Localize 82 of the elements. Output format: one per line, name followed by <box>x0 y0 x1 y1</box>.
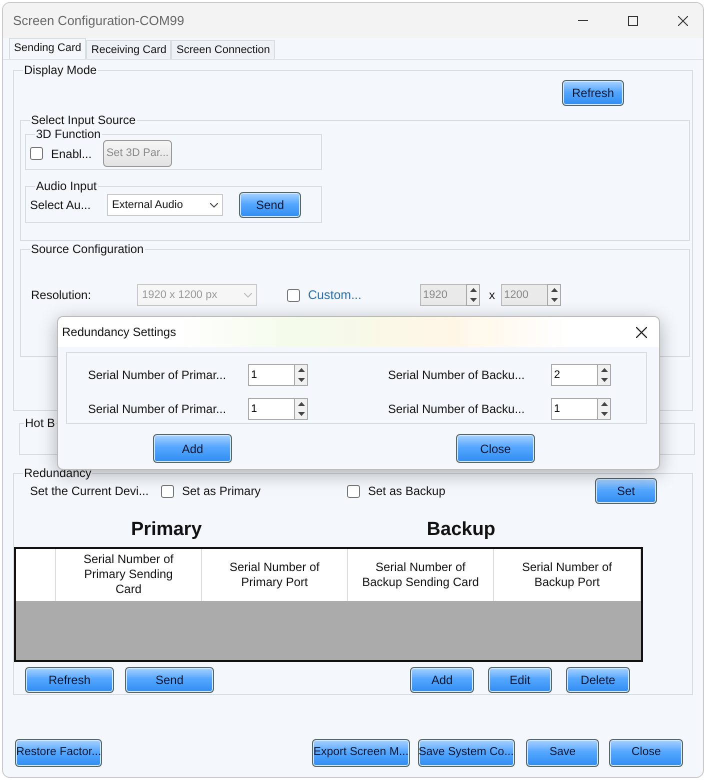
checkbox[interactable] <box>161 484 174 498</box>
separator-text: x <box>489 287 495 304</box>
button[interactable]: Refresh <box>25 666 114 692</box>
group-label: Hot B <box>24 417 56 429</box>
set-button[interactable]: Set <box>595 478 657 504</box>
down-arrow-icon <box>298 412 304 416</box>
spin-down-button[interactable] <box>295 375 307 385</box>
tab[interactable]: Receiving Card <box>86 40 172 59</box>
up-arrow-icon <box>470 288 476 292</box>
button[interactable]: Close <box>456 434 535 463</box>
up-arrow-icon <box>298 368 304 372</box>
button[interactable]: Edit <box>488 666 552 692</box>
checkbox-label: Set as Primary <box>182 483 262 500</box>
field-label: Serial Number of Backu... <box>388 401 526 418</box>
refresh-button[interactable]: Refresh <box>562 80 624 106</box>
spin-up-button[interactable] <box>295 399 307 409</box>
group-label: 3D Function <box>35 128 102 140</box>
chevron-icon <box>210 202 218 208</box>
field-label: Select Au... <box>30 197 92 214</box>
button[interactable]: Add <box>410 666 474 692</box>
field-label: Serial Number of Backu... <box>388 367 526 384</box>
dialog-title: Redundancy Settings <box>62 324 176 341</box>
group-label: Audio Input <box>35 180 98 192</box>
window-title: Screen Configuration-COM99 <box>13 12 186 30</box>
button[interactable]: Delete <box>566 666 630 692</box>
down-arrow-icon <box>600 378 608 382</box>
checkbox[interactable] <box>30 147 43 160</box>
down-arrow-icon <box>470 298 476 302</box>
column-header: Serial Number of Primary Port <box>202 548 348 600</box>
chevron-icon <box>244 292 252 298</box>
button[interactable]: Close <box>609 739 683 767</box>
tab[interactable]: Screen Connection <box>171 40 276 59</box>
spin-down-button[interactable] <box>467 295 479 305</box>
tab[interactable]: Sending Card <box>9 38 86 59</box>
spin-down-button[interactable] <box>295 409 307 419</box>
number-field[interactable]: 1 <box>551 398 597 420</box>
checkbox-label: Custom... <box>308 286 362 304</box>
down-arrow-icon <box>550 298 558 302</box>
button[interactable]: Save <box>526 739 600 767</box>
column-header: Serial Number of Backup Sending Card <box>348 548 494 600</box>
number-field[interactable]: 1 <box>248 398 294 420</box>
checkbox-label: Set as Backup <box>368 483 446 500</box>
checkbox[interactable] <box>347 484 360 498</box>
field-label: Serial Number of Primar... <box>88 367 228 384</box>
up-arrow-icon <box>298 402 304 406</box>
spin-up-button[interactable] <box>598 365 610 375</box>
spin-down-button[interactable] <box>598 409 610 419</box>
number-field[interactable]: 2 <box>551 364 597 386</box>
spin-up-button[interactable] <box>598 399 610 409</box>
up-arrow-icon <box>600 368 608 372</box>
field-label: Set the Current Devi... <box>30 483 150 500</box>
close-icon <box>636 326 646 338</box>
section-heading: Primary <box>131 518 202 542</box>
audio-dropdown[interactable]: External Audio <box>107 194 223 216</box>
send-button[interactable]: Send <box>239 192 301 218</box>
group-label: Select Input Source <box>30 114 137 126</box>
spin-up-button[interactable] <box>295 365 307 375</box>
close-icon <box>678 16 688 26</box>
checkbox-label: Enabl... <box>51 146 93 162</box>
button[interactable]: Add <box>153 434 232 463</box>
field-label: Resolution: <box>31 287 92 304</box>
group-label: Source Configuration <box>30 243 145 255</box>
button[interactable]: Send <box>125 666 214 692</box>
down-arrow-icon <box>298 378 304 382</box>
group-label: Display Mode <box>23 64 98 76</box>
number-field[interactable]: 1 <box>248 364 294 386</box>
button[interactable]: Export Screen M... <box>312 739 410 767</box>
section-heading: Backup <box>426 518 496 542</box>
column-header: Serial Number of Backup Port <box>494 548 641 600</box>
spin-down-button[interactable] <box>548 295 560 305</box>
column-header: Serial Number of Primary Sending Card <box>56 548 202 600</box>
spin-up-button[interactable] <box>548 285 560 295</box>
minimize-icon <box>578 20 588 21</box>
spin-down-button[interactable] <box>598 375 610 385</box>
spin-up-button[interactable] <box>467 285 479 295</box>
up-arrow-icon <box>600 402 608 406</box>
down-arrow-icon <box>600 412 608 416</box>
maximize-icon <box>628 16 638 26</box>
checkbox[interactable] <box>287 288 300 302</box>
group-label: Redundancy <box>23 467 92 479</box>
field-label: Serial Number of Primar... <box>88 401 228 418</box>
up-arrow-icon <box>550 288 558 292</box>
